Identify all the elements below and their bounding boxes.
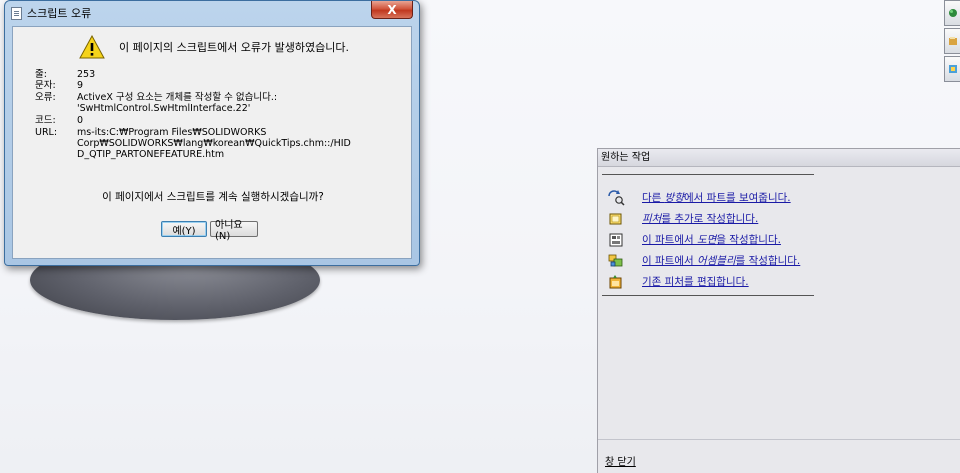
- continue-prompt: 이 페이지에서 스크립트를 계속 실행하시겠습니까?: [102, 191, 324, 203]
- detail-key: 코드:: [35, 115, 56, 126]
- edit-feature-icon: [606, 274, 626, 290]
- task-text-emphasis: 도면: [696, 234, 717, 246]
- task-link[interactable]: 기존 피처를 편집합니다.: [642, 274, 749, 289]
- detail-key: URL:: [35, 127, 58, 138]
- detail-key: 오류:: [35, 92, 56, 103]
- task-link[interactable]: 이 파트에서 도면을 작성합니다.: [642, 232, 781, 247]
- dialog-titlebar[interactable]: 스크립트 오류 X: [5, 1, 419, 25]
- detail-key: 줄:: [35, 69, 47, 80]
- task-text: 를 작성합니다.: [735, 255, 801, 267]
- task-text: 를 추가로 작성합니다.: [661, 213, 759, 225]
- task-text-emphasis: 피처: [642, 213, 662, 225]
- close-window-link[interactable]: 창 닫기: [605, 453, 636, 468]
- task-item-create-drawing[interactable]: 이 파트에서 도면을 작성합니다.: [606, 229, 800, 250]
- divider: [602, 174, 814, 175]
- warning-row: 이 페이지의 스크립트에서 오류가 발생하였습니다.: [79, 35, 349, 59]
- close-button[interactable]: X: [371, 1, 413, 19]
- detail-value: ms-its:C:₩Program Files₩SOLIDWORKS: [77, 127, 267, 138]
- task-item-other-orientation[interactable]: 다른 방향에서 파트를 보여줍니다.: [606, 187, 800, 208]
- right-toolbar: [944, 0, 960, 84]
- error-details: 줄: 253 문자: 9 오류: ActiveX 구성 요소는 개체를 작성할 …: [35, 69, 405, 160]
- dialog-body: 이 페이지의 스크립트에서 오류가 발생하였습니다. 줄: 253 문자: 9 …: [12, 26, 412, 259]
- task-text: 을 작성합니다.: [716, 234, 781, 246]
- detail-value: Corp₩SOLIDWORKS₩lang₩korean₩QuickTips.ch…: [77, 138, 351, 149]
- task-text: 다른: [642, 192, 665, 204]
- detail-row-line: 줄: 253: [35, 69, 405, 80]
- task-text: 이 파트에서: [642, 234, 697, 246]
- dialog-buttons: 예(Y) 아니요(N): [161, 220, 258, 242]
- task-text-emphasis: 방향: [664, 192, 684, 204]
- task-pane: 원하는 작업 다른 방향에서 파트를 보여줍니다. 피처를 추가로 작성합니다.…: [597, 148, 960, 473]
- feature-icon: [606, 211, 626, 227]
- assembly-icon: [606, 253, 626, 269]
- task-pane-title: 원하는 작업: [598, 149, 960, 167]
- library-icon[interactable]: [944, 28, 960, 54]
- rotate-view-icon: [606, 189, 626, 206]
- document-icon: [11, 6, 22, 20]
- detail-value: 0: [77, 115, 84, 126]
- detail-row-char: 문자: 9: [35, 80, 405, 91]
- detail-value: D_QTIP_PARTONEFEATURE.htm: [77, 149, 225, 160]
- detail-value: 'SwHtmlControl.SwHtmlInterface.22': [77, 103, 251, 114]
- divider: [602, 295, 814, 296]
- task-link[interactable]: 다른 방향에서 파트를 보여줍니다.: [642, 190, 791, 205]
- dialog-title: 스크립트 오류: [27, 7, 92, 20]
- detail-value: 253: [77, 69, 96, 80]
- detail-key: 문자:: [35, 80, 56, 91]
- task-text: 기존 피처를 편집합니다.: [642, 276, 749, 288]
- view-palette-icon[interactable]: [944, 56, 960, 82]
- detail-row-error: 오류: ActiveX 구성 요소는 개체를 작성할 수 없습니다.: 'SwH…: [35, 92, 405, 114]
- appearance-icon[interactable]: [944, 0, 960, 26]
- task-item-edit-feature[interactable]: 기존 피처를 편집합니다.: [606, 271, 800, 292]
- task-item-add-feature[interactable]: 피처를 추가로 작성합니다.: [606, 208, 800, 229]
- task-link[interactable]: 이 파트에서 어셈블리를 작성합니다.: [642, 253, 800, 268]
- task-link[interactable]: 피처를 추가로 작성합니다.: [642, 211, 758, 226]
- warning-icon: [79, 35, 105, 59]
- no-button[interactable]: 아니요(N): [210, 220, 258, 242]
- yes-button[interactable]: 예(Y): [161, 221, 207, 237]
- detail-value: 9: [77, 80, 84, 91]
- detail-row-url: URL: ms-its:C:₩Program Files₩SOLIDWORKS …: [35, 127, 405, 160]
- task-item-create-assembly[interactable]: 이 파트에서 어셈블리를 작성합니다.: [606, 250, 800, 271]
- detail-value: ActiveX 구성 요소는 개체를 작성할 수 없습니다.:: [77, 92, 278, 103]
- drawing-icon: [606, 232, 626, 248]
- task-text: 에서 파트를 보여줍니다.: [684, 192, 791, 204]
- script-error-dialog: 스크립트 오류 X 이 페이지의 스크립트에서 오류가 발생하였습니다. 줄: …: [4, 0, 420, 266]
- detail-row-code: 코드: 0: [35, 115, 405, 126]
- task-text: 이 파트에서: [642, 255, 697, 267]
- task-text-emphasis: 어셈블리: [696, 255, 736, 267]
- task-list: 다른 방향에서 파트를 보여줍니다. 피처를 추가로 작성합니다. 이 파트에서…: [606, 187, 800, 292]
- error-message: 이 페이지의 스크립트에서 오류가 발생하였습니다.: [119, 41, 350, 54]
- divider: [598, 439, 960, 440]
